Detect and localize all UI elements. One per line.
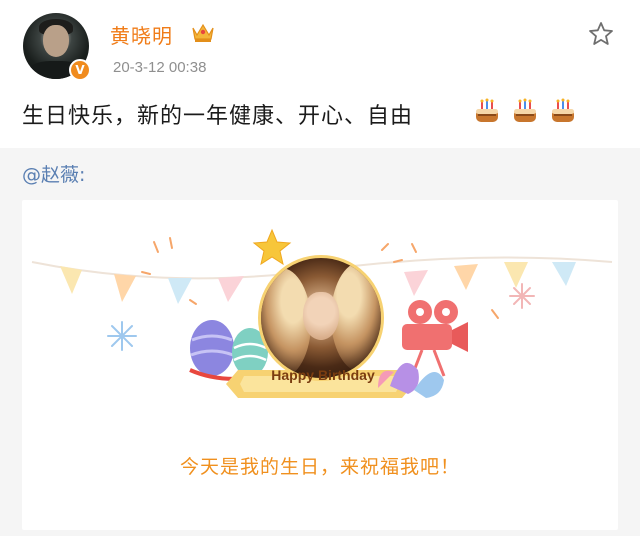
post-timestamp: 20-3-12 00:38 — [113, 59, 207, 76]
cake-emoji-row — [472, 96, 578, 126]
birthday-photo — [258, 255, 384, 381]
crown-icon — [192, 23, 214, 42]
birthday-cake-icon — [514, 98, 536, 122]
post-text: 生日快乐，新的一年健康、开心、自由 — [22, 104, 414, 129]
birthday-card[interactable]: Happy Birthday 今天是我的生日，来祝福我吧！ — [22, 200, 618, 530]
post-header: V 黄晓明 20-3-12 00:38 — [0, 0, 640, 90]
verified-badge: V — [69, 59, 91, 81]
star-outline-icon[interactable] — [587, 20, 615, 48]
birthday-cake-icon — [476, 98, 498, 122]
mention-link[interactable]: @赵薇: — [22, 160, 85, 187]
ribbon-text: Happy Birthday — [271, 367, 375, 383]
card-caption: 今天是我的生日，来祝福我吧！ — [179, 456, 460, 478]
birthday-cake-icon — [552, 98, 574, 122]
author-name[interactable]: 黄晓明 — [110, 20, 173, 49]
